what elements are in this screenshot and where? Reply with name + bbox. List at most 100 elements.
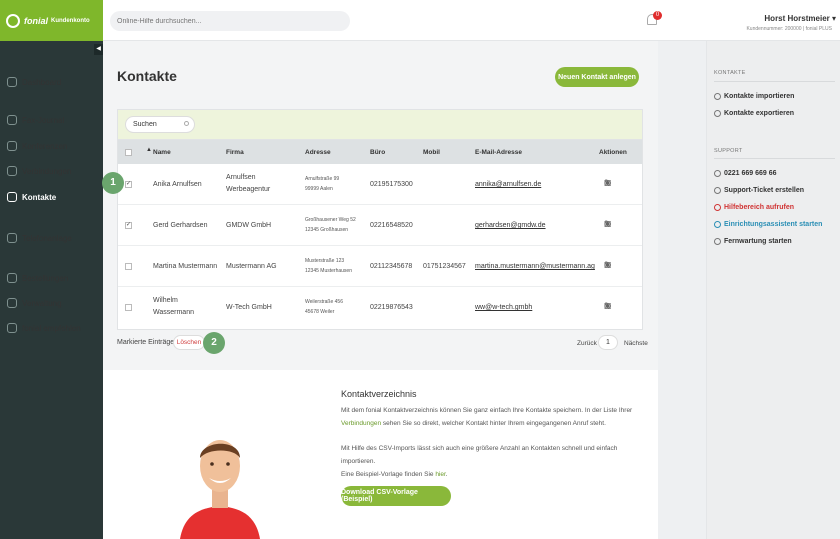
download-icon	[714, 110, 721, 117]
trash-icon[interactable]: ▥	[604, 219, 612, 228]
new-contact-button[interactable]: Neuen Kontakt anlegen	[555, 67, 639, 87]
sidebar-item-bestellungen[interactable]: Bestellungen	[0, 268, 103, 288]
page-number-input[interactable]: 1	[598, 335, 618, 350]
ticket-icon	[714, 187, 721, 194]
pager-back[interactable]: Zurück	[577, 340, 597, 347]
fonial-logo-icon	[6, 13, 20, 28]
sidebar-item-fax-journal[interactable]: Fax-Journal	[0, 110, 103, 130]
contact-address-street: Großhausener Weg 52	[305, 217, 356, 223]
row-checkbox[interactable]	[125, 263, 132, 270]
sidebar-item-label: fonial empfehlen	[22, 323, 81, 333]
sidebar-item-label: Fax-Journal	[22, 115, 65, 125]
contact-address-street: Weilerstraße 456	[305, 299, 343, 305]
download-csv-button[interactable]: Download CSV-Vorlage (Beispiel)	[341, 486, 451, 506]
contact-mobile[interactable]: 01751234567	[423, 263, 466, 270]
trash-icon[interactable]: ▥	[604, 301, 612, 310]
contact-office-phone[interactable]: 02216548520	[370, 222, 413, 229]
info-paragraph: Mit dem fonial Kontaktverzeichnis können…	[341, 404, 646, 430]
contact-address-city: 12345 Musterhausen	[305, 268, 352, 274]
import-contacts-link[interactable]: Kontakte importieren	[714, 93, 794, 100]
link-label: Einrichtungsassistent starten	[724, 221, 823, 228]
help-search-input[interactable]	[110, 11, 350, 31]
sidebar-item-dashboard[interactable]: Dashboard	[0, 72, 103, 92]
column-header: Büro	[370, 149, 386, 156]
remote-maintenance-link[interactable]: Fernwartung starten	[714, 238, 792, 245]
column-header: Adresse	[305, 149, 331, 156]
info-paragraph: Mit Hilfe des CSV-Imports lässt sich auc…	[341, 442, 646, 481]
sidebar-item-verwaltung[interactable]: Verwaltung	[0, 293, 103, 313]
customer-number: Kundennummer: 200000 | fonial PLUS	[746, 26, 832, 32]
export-contacts-link[interactable]: Kontakte exportieren	[714, 110, 794, 117]
info-text: .	[445, 471, 448, 478]
contact-email[interactable]: martina.mustermann@mustermann.ag	[475, 263, 595, 270]
trash-icon[interactable]: ▥	[604, 260, 612, 269]
help-icon	[714, 204, 721, 211]
link-label: Kontakte importieren	[724, 93, 795, 100]
contacts-table: ▲ Name Firma Adresse Büro Mobil E-Mail-A…	[117, 109, 643, 330]
admin-icon	[7, 298, 17, 308]
row-checkbox[interactable]: ✓	[125, 181, 132, 188]
delete-button[interactable]: Löschen	[173, 335, 205, 350]
table-row[interactable]: ✓ Gerd Gerhardsen GMDW GmbH Großhausener…	[118, 205, 642, 246]
remote-icon	[714, 238, 721, 245]
sidebar-item-kontakte[interactable]: Kontakte	[0, 187, 103, 207]
sidebar-item-label: Konferenzen	[22, 141, 68, 151]
contact-office-phone[interactable]: 02195175300	[370, 181, 413, 188]
link-label: 0221 669 669 66	[724, 170, 777, 177]
template-link[interactable]: hier	[435, 471, 445, 478]
table-row[interactable]: Martina Mustermann Mustermann AG Musters…	[118, 246, 642, 287]
collapse-sidebar-button[interactable]: ◀	[94, 44, 103, 55]
sort-icon[interactable]: ▲	[146, 147, 152, 153]
contact-name: Gerd Gerhardsen	[153, 222, 208, 229]
trash-icon[interactable]: ▥	[604, 178, 612, 187]
sidebar-item-telefonanlage[interactable]: Telefonanlage	[0, 228, 103, 248]
column-header[interactable]: Name	[153, 149, 171, 156]
row-checkbox[interactable]	[125, 304, 132, 311]
contact-company: Mustermann AG	[226, 263, 277, 270]
row-checkbox[interactable]: ✓	[125, 222, 132, 229]
notification-badge: 0	[653, 11, 662, 20]
marked-entries-label: Markierte Einträge	[117, 339, 175, 346]
contact-name: Wilhelm Wassermann	[153, 297, 194, 316]
contact-address-city: 99999 Aalen	[305, 186, 333, 192]
sidebar-item-verbindungen[interactable]: Verbindungen	[0, 161, 103, 181]
sidebar-item-empfehlen[interactable]: fonial empfehlen	[0, 318, 103, 338]
sidebar-item-label: Verwaltung	[22, 298, 62, 308]
setup-wizard-link[interactable]: Einrichtungsassistent starten	[714, 221, 822, 228]
pager-next[interactable]: Nächste	[624, 340, 648, 347]
table-row[interactable]: ✓ Anika Arnulfsen Arnulfsen Werbeagentur…	[118, 164, 642, 205]
contact-office-phone[interactable]: 02112345678	[370, 263, 412, 270]
user-menu[interactable]: Horst Horstmeier ▾	[764, 14, 836, 23]
divider	[714, 158, 835, 159]
support-section-heading: SUPPORT	[714, 148, 743, 154]
link-label: Hilfebereich aufrufen	[724, 204, 795, 211]
support-phone[interactable]: 0221 669 669 66	[714, 170, 777, 177]
brand-name: fonial	[24, 15, 48, 26]
contact-company: GMDW GmbH	[226, 222, 272, 229]
wizard-icon	[714, 221, 721, 228]
support-ticket-link[interactable]: Support-Ticket erstellen	[714, 187, 804, 194]
contact-address-street: Musterstraße 123	[305, 258, 345, 264]
contact-email[interactable]: annika@arnulfsen.de	[475, 181, 541, 188]
person-illustration	[180, 440, 260, 539]
column-header: Firma	[226, 149, 244, 156]
recommend-icon	[7, 323, 17, 333]
page-title: Kontakte	[117, 68, 177, 84]
divider	[714, 81, 835, 82]
info-text: Mit dem fonial Kontaktverzeichnis können…	[341, 407, 633, 414]
kontakte-section-heading: KONTAKTE	[714, 70, 746, 76]
link-label: Fernwartung starten	[724, 238, 792, 245]
connections-link[interactable]: Verbindungen	[341, 420, 381, 427]
fax-icon	[7, 115, 17, 125]
info-text: sehen Sie so direkt, welcher Kontakt hin…	[381, 420, 606, 427]
contact-office-phone[interactable]: 02219876543	[370, 304, 413, 311]
contact-email[interactable]: gerhardsen@gmdw.de	[475, 222, 546, 229]
select-all-checkbox[interactable]	[125, 149, 132, 156]
sidebar-item-konferenzen[interactable]: Konferenzen	[0, 136, 103, 156]
contact-email[interactable]: ww@w-tech.gmbh	[475, 304, 532, 311]
help-area-link[interactable]: Hilfebereich aufrufen	[714, 204, 794, 211]
step-badge: 2	[203, 332, 225, 354]
logo[interactable]: fonial Kundenkonto	[0, 0, 103, 41]
table-row[interactable]: Wilhelm Wassermann W-Tech GmbH Weilerstr…	[118, 287, 642, 328]
contact-address-city: 45678 Weiler	[305, 309, 335, 315]
